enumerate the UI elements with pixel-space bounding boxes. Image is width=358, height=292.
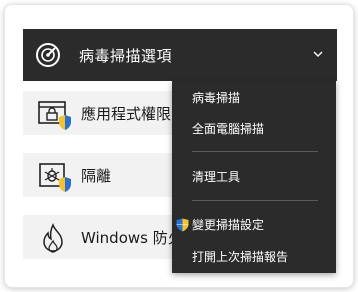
menu-item-label: 打開上次掃描報告 (192, 250, 289, 264)
uac-shield-icon (176, 218, 189, 232)
quarantine-bug-icon (39, 163, 71, 192)
menu-separator (192, 151, 318, 152)
row-windows-firewall[interactable]: Windows 防火牆 (23, 215, 187, 259)
menu-item-change-scan-settings[interactable]: 變更掃描設定 (172, 214, 336, 236)
menu-item-label: 全面電腦掃描 (192, 122, 265, 136)
menu-item-label: 清理工具 (192, 170, 241, 184)
app-permission-lock-icon (38, 101, 71, 130)
menu-item-open-last-scan-report[interactable]: 打開上次掃描報告 (172, 246, 336, 268)
row-quarantine[interactable]: 隔離 (23, 153, 187, 197)
menu-item-label: 病毒掃描 (192, 91, 241, 105)
menu-item-label: 變更掃描設定 (192, 218, 265, 232)
firewall-flame-icon (43, 223, 63, 253)
scan-options-menu: 病毒掃描 全面電腦掃描 清理工具 變更掃描設定 打開上次掃描報告 (172, 81, 336, 273)
row-label-quarantine: 隔離 (81, 167, 112, 185)
menu-item-cleanup-tools[interactable]: 清理工具 (172, 166, 336, 188)
row-app-permissions[interactable]: 應用程式權限 (23, 91, 187, 135)
radar-scan-icon (36, 43, 60, 67)
menu-item-full-scan[interactable]: 全面電腦掃描 (172, 118, 336, 140)
chevron-down-icon[interactable] (311, 47, 325, 61)
scan-options-title: 病毒掃描選項 (79, 47, 173, 65)
row-label-app-permissions: 應用程式權限 (81, 105, 172, 123)
security-panel: 病毒掃描選項 應用程式權限 隔離 Windows 防火牆 病毒掃描 全面電腦掃描… (4, 4, 354, 288)
menu-separator (192, 200, 318, 201)
menu-item-virus-scan[interactable]: 病毒掃描 (172, 87, 336, 109)
scan-options-header[interactable]: 病毒掃描選項 (23, 29, 337, 81)
